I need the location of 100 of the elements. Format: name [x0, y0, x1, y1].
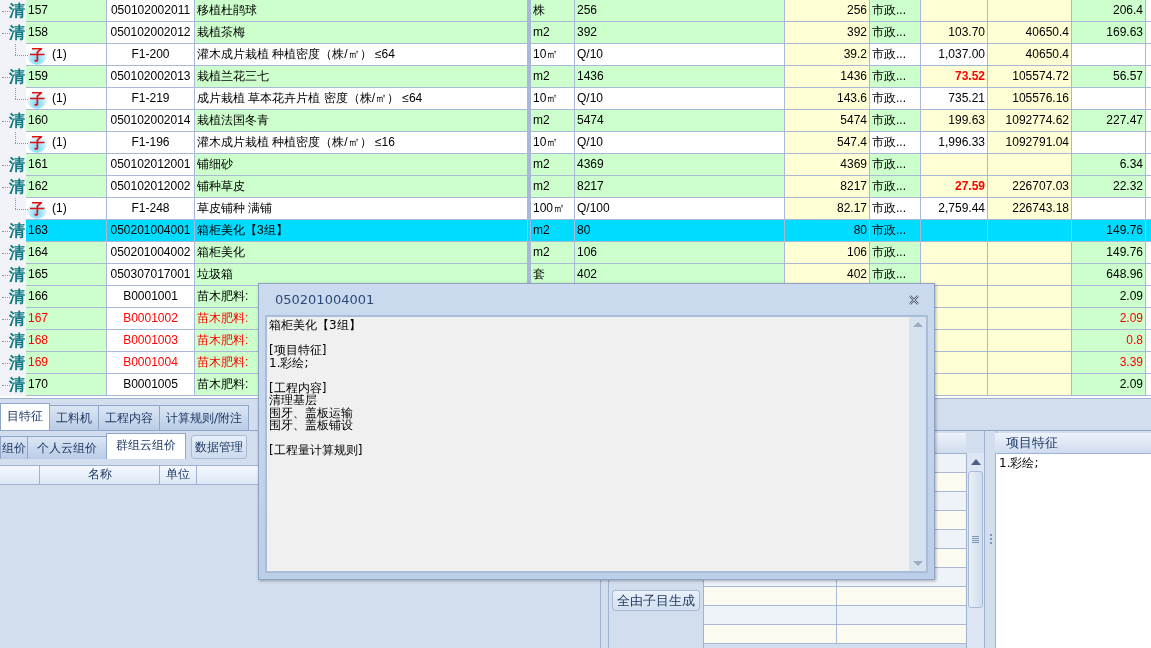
row-type-label: 清: [9, 155, 25, 175]
text-line: [工程内容]: [269, 381, 328, 394]
table-row[interactable]: 清 160 050102002014 栽植法国冬青 m2 5474 5474 市政... 199.63 1092774.62 227.47: [0, 110, 1151, 132]
tab[interactable]: 个人云组价: [27, 436, 107, 459]
table-cell: 市政...: [872, 157, 906, 171]
table-cell: 164: [28, 245, 49, 259]
table-cell: F1-200: [131, 47, 170, 61]
table-cell: m2: [533, 245, 550, 259]
row-type-label: 清: [9, 375, 25, 395]
row-type-label: 清: [9, 265, 25, 285]
table-cell: 050102012001: [110, 157, 191, 171]
table-cell: 2.09: [1119, 377, 1143, 391]
table-cell: 105574.72: [1012, 69, 1069, 83]
table-row[interactable]: 子 (1) F1-219 成片栽植 草本花卉片植 密度（株/㎡） ≤64 10㎡ Q/10 143.6 市政... 735.21 105576.16: [0, 88, 1151, 110]
table-cell-text: (1): [52, 200, 67, 217]
tab[interactable]: 计算规则/附注: [159, 405, 250, 430]
tab[interactable]: 目特征: [0, 403, 50, 430]
row-type-label: 清: [9, 177, 25, 197]
text-line: 清理基层: [269, 394, 317, 407]
table-cell: 4369: [577, 157, 604, 171]
table-cell: 4369: [840, 157, 867, 171]
table-cell: 市政...: [872, 47, 906, 61]
table-cell: 垃圾箱: [197, 267, 233, 281]
column-header: 单位: [166, 467, 190, 481]
table-row[interactable]: 清 164 050201004002 箱柜美化 m2 106 106 市政... 149.76: [0, 242, 1151, 264]
row-type-label: 清: [9, 287, 25, 307]
table-row[interactable]: 清 159 050102002013 栽植兰花三七 m2 1436 1436 市政... 73.52 105574.72 56.57: [0, 66, 1151, 88]
table-cell: 56.57: [1112, 69, 1143, 83]
table-cell: 0.8: [1126, 333, 1143, 347]
table-cell: 市政...: [872, 25, 906, 39]
table-cell: 10㎡: [533, 135, 559, 149]
table-cell: 27.59: [954, 179, 985, 193]
table-cell: 103.70: [948, 25, 985, 39]
row-type-label: 清: [9, 309, 25, 329]
table-row[interactable]: [704, 606, 966, 625]
table-cell-text: (1): [52, 90, 67, 107]
table-cell: 市政...: [872, 201, 906, 215]
row-type-label: 清: [9, 221, 25, 241]
table-cell: Q/100: [577, 201, 610, 215]
tab[interactable]: 群组云组价: [106, 433, 186, 459]
table-cell: 栽植兰花三七: [197, 69, 269, 83]
table-cell: 158: [28, 25, 49, 39]
table-row[interactable]: 清 163 050201004001 箱柜美化【3组】 m2 80 80 市政... 149.76: [0, 220, 1151, 242]
table-cell: 5474: [840, 113, 867, 127]
table-row[interactable]: 子 (1) F1-196 灌木成片栽植 种植密度（株/㎡） ≤16 10㎡ Q/10 547.4 市政... 1,996.33 1092791.04: [0, 132, 1151, 154]
table-row[interactable]: 清 158 050102002012 栽植茶梅 m2 392 392 市政... 103.70 40650.4 169.63: [0, 22, 1151, 44]
table-cell: 移植杜鹃球: [197, 3, 257, 17]
table-cell: 39.2: [843, 47, 867, 61]
table-cell: 165: [28, 267, 49, 281]
table-cell: 050102012002: [110, 179, 191, 193]
table-cell: 256: [577, 3, 598, 17]
text-line: 箱柜美化【3组】: [269, 319, 362, 332]
table-cell: 050201004001: [110, 223, 191, 237]
table-row[interactable]: [704, 625, 966, 644]
text-line: 围牙、盖板铺设: [269, 419, 354, 432]
table-cell: 402: [577, 267, 598, 281]
table-cell: 2.09: [1119, 289, 1143, 303]
table-cell: 铺细砂: [197, 157, 233, 171]
table-cell: 市政...: [872, 69, 906, 83]
text-area[interactable]: 箱柜美化【3组】 [项目特征] 1.彩绘; [工程内容] 清理基层 围牙、盖板运输 围牙、盖板铺设 [工程量计算规则]: [265, 315, 928, 573]
table-cell-text: (1): [52, 46, 67, 63]
table-row[interactable]: 子 (1) F1-200 灌木成片栽植 种植密度（株/㎡） ≤64 10㎡ Q/10 39.2 市政... 1,037.00 40650.4: [0, 44, 1151, 66]
table-cell: 157: [28, 3, 49, 17]
table-row[interactable]: 子 (1) F1-248 草皮铺种 满铺 100㎡ Q/100 82.17 市政... 2,759.44 226743.18: [0, 198, 1151, 220]
table-cell: 苗木肥料:: [197, 355, 249, 369]
table-cell: 162: [28, 179, 49, 193]
table-cell: 050102002014: [110, 113, 191, 127]
tab[interactable]: 组价: [0, 436, 28, 459]
tab[interactable]: 工料机: [49, 405, 99, 430]
table-cell: 株: [533, 3, 545, 17]
table-cell: 227.47: [1106, 113, 1143, 127]
table-row[interactable]: [704, 587, 966, 606]
table-cell: 73.52: [954, 69, 985, 83]
column-header: 名称: [87, 467, 112, 481]
table-cell: 169: [28, 355, 49, 369]
table-cell: 1092791.04: [1005, 135, 1069, 149]
tab[interactable]: 工程内容: [98, 405, 160, 430]
text-line: 围牙、盖板运输: [269, 406, 354, 419]
table-cell-text: (1): [52, 134, 67, 151]
scrollbar[interactable]: [909, 317, 926, 571]
table-cell: 1,037.00: [938, 47, 985, 61]
table-cell: 1092774.62: [1005, 113, 1069, 127]
data-management-button[interactable]: 数据管理: [191, 435, 247, 459]
table-row[interactable]: 清 157 050102002011 移植杜鹃球 株 256 256 市政... 206.4: [0, 0, 1151, 22]
scrollbar[interactable]: [966, 453, 984, 648]
table-cell: 80: [577, 223, 591, 237]
table-cell: 392: [846, 25, 867, 39]
table-row[interactable]: 清 161 050102012001 铺细砂 m2 4369 4369 市政... 6.34: [0, 154, 1151, 176]
table-cell: 灌木成片栽植 种植密度（株/㎡） ≤64: [197, 47, 395, 61]
table-cell: 1,996.33: [938, 135, 985, 149]
text-line: [项目特征]: [269, 344, 328, 357]
table-row[interactable]: 清 162 050102012002 铺种草皮 m2 8217 8217 市政... 27.59 226707.03 22.32: [0, 176, 1151, 198]
table-cell: 226707.03: [1012, 179, 1069, 193]
close-icon[interactable]: [908, 293, 920, 306]
table-cell: 100㎡: [533, 201, 566, 215]
row-type-label: 清: [9, 67, 25, 87]
table-cell: 苗木肥料:: [197, 333, 249, 347]
feature-text-area[interactable]: 1.彩绘;: [995, 454, 1151, 648]
table-cell: 169.63: [1106, 25, 1143, 39]
generate-button[interactable]: 全由子目生成: [612, 590, 700, 611]
